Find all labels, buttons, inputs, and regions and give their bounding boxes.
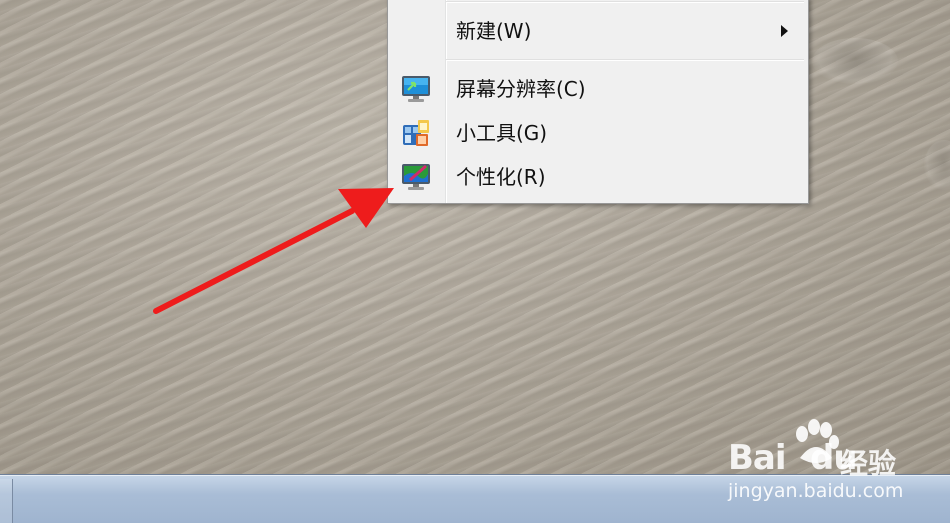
menu-separator [446,59,804,61]
menu-item-personalize[interactable]: 个性化(R) [390,157,806,197]
menu-separator [446,1,804,3]
watermark-brand-left: Bai [728,438,787,478]
menu-item-label: 屏幕分辨率(C) [456,77,586,101]
taskbar-start-edge[interactable] [0,479,13,523]
personalize-icon [390,157,442,197]
sand-footprint [924,140,950,190]
monitor-resolution-icon [390,69,442,109]
menu-item-gadgets[interactable]: 小工具(G) [390,113,806,153]
menu-item-label: 新建(W) [456,19,532,43]
sand-footprint [812,38,898,84]
menu-item-label: 个性化(R) [456,165,546,189]
submenu-arrow-icon [781,25,788,37]
menu-item-new[interactable]: 新建(W) [390,11,806,51]
watermark-brand-cn: 经验 [840,447,897,480]
watermark-url: jingyan.baidu.com [728,480,904,502]
gadgets-icon [390,113,442,153]
menu-item-label: 小工具(G) [456,121,548,145]
empty-icon-slot [390,11,442,51]
baidu-jingyan-watermark: Bai du 经验 jingyan.baidu.com [728,418,928,508]
desktop-context-menu: 新建(W) 屏幕分辨率(C) 小工具(G) 个性化(R) [387,0,809,204]
menu-item-screen-resolution[interactable]: 屏幕分辨率(C) [390,69,806,109]
